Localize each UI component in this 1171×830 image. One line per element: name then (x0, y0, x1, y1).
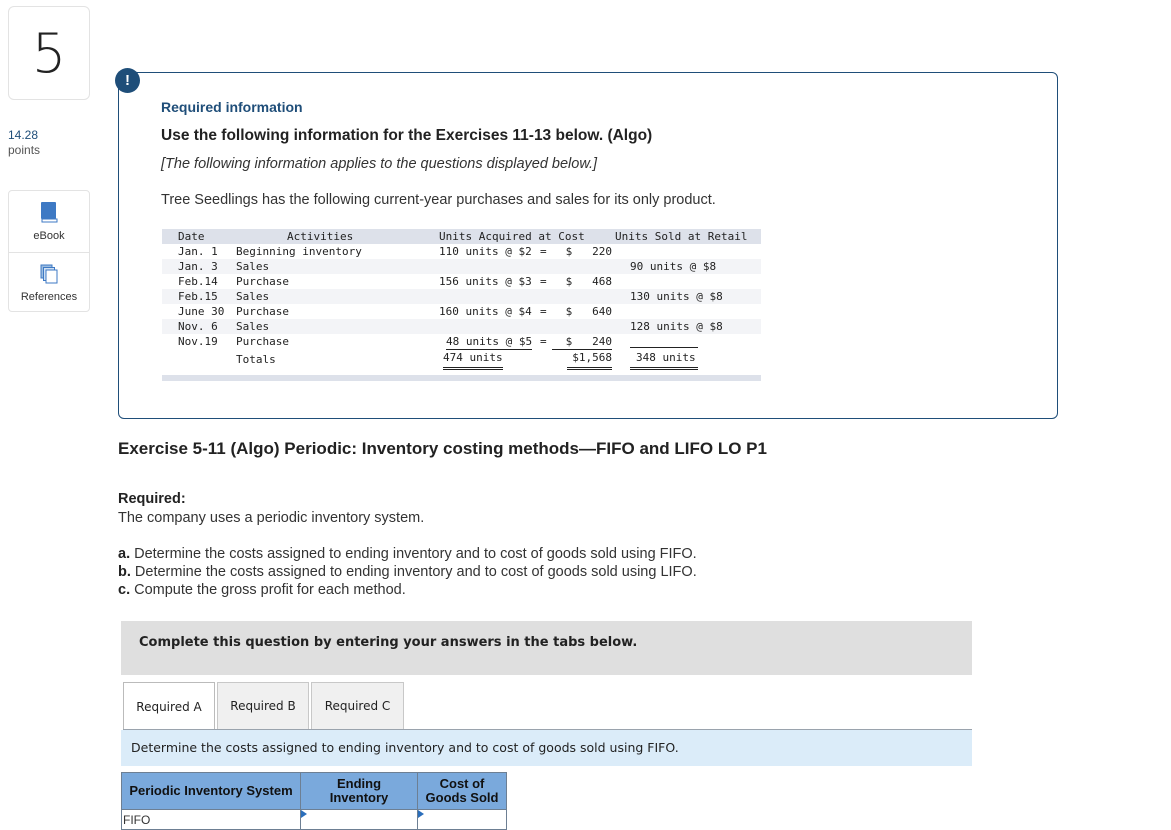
input-flag-icon (418, 810, 424, 818)
ledger-activity: Purchase (236, 335, 289, 348)
ledger-units-acquired: 110 units @ $2 (439, 245, 532, 258)
ledger-units-acquired: 156 units @ $3 (439, 275, 532, 288)
ledger-cost-amount: $ 640 (565, 305, 612, 318)
tab-required-b[interactable]: Required B (217, 682, 309, 730)
tab-required-c[interactable]: Required C (311, 682, 404, 730)
ledger-date: Jan. 1 (178, 245, 218, 258)
alert-icon: ! (115, 68, 140, 93)
ledger-row: Feb.14 Purchase 156 units @ $3 = $ 468 (162, 274, 761, 289)
tab-divider (123, 729, 972, 730)
task-list: a. Determine the costs assigned to endin… (118, 545, 697, 599)
ledger-date: June 30 (178, 305, 225, 318)
task-a: a. Determine the costs assigned to endin… (118, 546, 697, 562)
documents-icon (40, 264, 58, 291)
ledger-activity: Sales (236, 320, 270, 333)
ebook-button[interactable]: eBook (9, 191, 89, 252)
ledger-activity: Purchase (236, 305, 289, 318)
ledger-cost-amount: $ 220 (565, 245, 612, 258)
ledger-date: Feb.14 (178, 275, 218, 288)
book-icon (40, 201, 58, 230)
ledger-equals: = (540, 275, 547, 288)
ledger-activity: Purchase (236, 275, 289, 288)
references-button[interactable]: References (9, 252, 89, 313)
points-display: 14.28 points (8, 128, 40, 158)
info-intro: Tree Seedlings has the following current… (161, 192, 716, 208)
ledger-units-sold: 128 units @ $8 (630, 320, 723, 333)
ledger-date: Nov.19 (178, 335, 218, 348)
info-title: Use the following information for the Ex… (161, 127, 653, 144)
header-units-acquired: Units Acquired at Cost (439, 230, 585, 243)
ledger-cost-amount: $ 468 (565, 275, 612, 288)
ebook-label: eBook (33, 230, 65, 242)
col-periodic-inventory-system: Periodic Inventory System (121, 772, 301, 810)
totals-cost: $1,568 (567, 349, 612, 370)
ledger-equals: = (540, 335, 547, 348)
answer-tabs: Required A Required B Required C (123, 682, 406, 731)
required-heading: Required: (118, 491, 186, 507)
ledger-units-sold: 90 units @ $8 (630, 260, 717, 273)
tab-instruction: Determine the costs assigned to ending i… (121, 730, 972, 766)
info-applies-note: [The following information applies to th… (161, 156, 598, 172)
ledger-equals: = (540, 305, 547, 318)
cogs-input[interactable] (417, 809, 507, 830)
ledger-activity: Sales (236, 290, 270, 303)
ledger-activity: Beginning inventory (236, 245, 362, 258)
references-label: References (20, 290, 78, 303)
required-text: The company uses a periodic inventory sy… (118, 510, 425, 526)
header-activities: Activities (287, 230, 354, 243)
exercise-title: Exercise 5-11 (Algo) Periodic: Inventory… (118, 439, 767, 458)
ledger-row: June 30 Purchase 160 units @ $4 = $ 640 (162, 304, 761, 319)
ledger-cost-amount: $ 240 (552, 334, 612, 350)
tab-required-a[interactable]: Required A (123, 682, 215, 731)
task-c: c. Compute the gross profit for each met… (118, 582, 406, 598)
purchases-sales-table: Date Activities Units Acquired at Cost U… (162, 229, 761, 381)
points-label: points (8, 143, 41, 157)
ledger-row: Nov. 6 Sales 128 units @ $8 (162, 319, 761, 334)
totals-label: Totals (236, 353, 276, 366)
input-flag-icon (301, 810, 307, 818)
ledger-units-sold: 130 units @ $8 (630, 290, 723, 303)
ledger-date: Jan. 3 (178, 260, 218, 273)
col-ending-inventory: Ending Inventory (300, 772, 418, 810)
question-number: 5 (8, 6, 90, 100)
ledger-units-acquired: 160 units @ $4 (439, 305, 532, 318)
sold-subtotal-underline (630, 334, 698, 348)
ledger-row: Feb.15 Sales 130 units @ $8 (162, 289, 761, 304)
ledger-date: Feb.15 (178, 290, 218, 303)
ledger-row: Jan. 3 Sales 90 units @ $8 (162, 259, 761, 274)
ledger-row: Jan. 1 Beginning inventory 110 units @ $2 =… (162, 244, 761, 259)
ledger-footer-bar (162, 375, 761, 381)
ledger-header-row: Date Activities Units Acquired at Cost U… (162, 229, 761, 244)
header-units-sold: Units Sold at Retail (615, 230, 748, 243)
totals-units-acquired: 474 units (443, 349, 503, 370)
col-cost-of-goods-sold: Cost of Goods Sold (417, 772, 507, 810)
row-label-fifo: FIFO (121, 809, 301, 830)
complete-banner: Complete this question by entering your … (121, 621, 972, 675)
ledger-totals-row: Totals 474 units $1,568 348 units (162, 349, 761, 371)
ledger-units-acquired: 48 units @ $5 (446, 335, 533, 350)
ledger-date: Nov. 6 (178, 320, 218, 333)
ledger-activity: Sales (236, 260, 270, 273)
tools-panel: eBook References (8, 190, 90, 312)
answer-table: Periodic Inventory System Ending Invento… (121, 772, 507, 830)
ending-inventory-input[interactable] (300, 809, 418, 830)
ledger-row: Nov.19 Purchase 48 units @ $5 = $ 240 (162, 334, 761, 350)
task-b: b. Determine the costs assigned to endin… (118, 564, 697, 580)
header-date: Date (178, 230, 205, 243)
table-row: FIFO (121, 809, 507, 830)
required-info-heading: Required information (161, 99, 303, 115)
totals-units-sold: 348 units (630, 349, 698, 370)
ledger-equals: = (540, 245, 547, 258)
points-value: 14.28 (8, 128, 39, 142)
